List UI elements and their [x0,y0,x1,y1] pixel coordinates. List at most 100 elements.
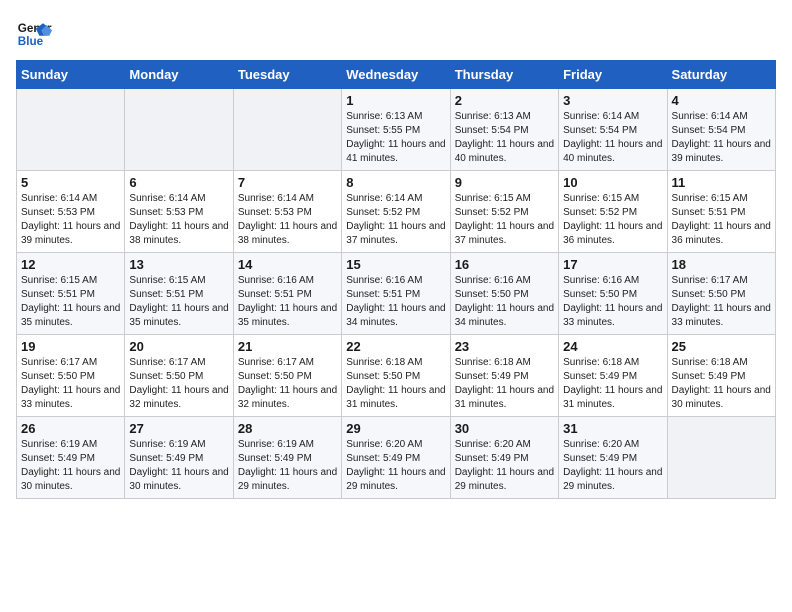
calendar-cell: 22 Sunrise: 6:18 AM Sunset: 5:50 PM Dayli… [342,335,450,417]
calendar-cell: 25 Sunrise: 6:18 AM Sunset: 5:49 PM Dayli… [667,335,775,417]
calendar-cell: 17Sunrise: 6:16 AM Sunset: 5:50 PM Dayli… [559,253,667,335]
day-number: 13 [129,257,228,272]
day-number: 29 [346,421,445,436]
day-info: Sunrise: 6:16 AM Sunset: 5:51 PM Dayligh… [238,274,337,330]
day-number: 6 [129,175,228,190]
calendar-header: SundayMondayTuesdayWednesdayThursdayFrid… [17,61,776,89]
calendar-week-row: 1 Sunrise: 6:13 AM Sunset: 5:55 PM Daylig… [17,89,776,171]
calendar-cell: 18Sunrise: 6:17 AM Sunset: 5:50 PM Dayli… [667,253,775,335]
calendar-cell: 30 Sunrise: 6:20 AM Sunset: 5:49 PM Dayli… [450,417,558,499]
calendar-cell: 29 Sunrise: 6:20 AM Sunset: 5:49 PM Dayli… [342,417,450,499]
day-number: 22 [346,339,445,354]
day-number: 26 [21,421,120,436]
day-number: 1 [346,93,445,108]
day-info: Sunrise: 6:18 AM Sunset: 5:49 PM Dayligh… [672,356,771,412]
day-info: Sunrise: 6:14 AM Sunset: 5:52 PM Dayligh… [346,192,445,248]
day-info: Sunrise: 6:19 AM Sunset: 5:49 PM Dayligh… [21,438,120,494]
calendar-cell: 23 Sunrise: 6:18 AM Sunset: 5:49 PM Dayli… [450,335,558,417]
day-info: Sunrise: 6:15 AM Sunset: 5:51 PM Dayligh… [672,192,771,248]
calendar-cell: 10 Sunrise: 6:15 AM Sunset: 5:52 PM Dayli… [559,171,667,253]
calendar-cell: 5 Sunrise: 6:14 AM Sunset: 5:53 PM Daylig… [17,171,125,253]
calendar-cell: 6 Sunrise: 6:14 AM Sunset: 5:53 PM Daylig… [125,171,233,253]
calendar-cell: 4 Sunrise: 6:14 AM Sunset: 5:54 PM Daylig… [667,89,775,171]
weekday-header: Sunday [17,61,125,89]
day-number: 4 [672,93,771,108]
calendar-cell: 27Sunrise: 6:19 AM Sunset: 5:49 PM Dayli… [125,417,233,499]
day-number: 19 [21,339,120,354]
day-info: Sunrise: 6:13 AM Sunset: 5:54 PM Dayligh… [455,110,554,166]
day-number: 5 [21,175,120,190]
page-header: General Blue [16,16,776,52]
day-number: 24 [563,339,662,354]
day-number: 30 [455,421,554,436]
day-number: 21 [238,339,337,354]
logo: General Blue [16,16,52,52]
day-number: 31 [563,421,662,436]
day-info: Sunrise: 6:16 AM Sunset: 5:50 PM Dayligh… [455,274,554,330]
calendar-cell: 11 Sunrise: 6:15 AM Sunset: 5:51 PM Dayli… [667,171,775,253]
day-info: Sunrise: 6:18 AM Sunset: 5:49 PM Dayligh… [455,356,554,412]
day-info: Sunrise: 6:14 AM Sunset: 5:54 PM Dayligh… [563,110,662,166]
calendar-cell: 15 Sunrise: 6:16 AM Sunset: 5:51 PM Dayli… [342,253,450,335]
day-info: Sunrise: 6:16 AM Sunset: 5:51 PM Dayligh… [346,274,445,330]
weekday-header: Wednesday [342,61,450,89]
calendar-cell: 26 Sunrise: 6:19 AM Sunset: 5:49 PM Dayli… [17,417,125,499]
weekday-header: Friday [559,61,667,89]
calendar-cell: 14Sunrise: 6:16 AM Sunset: 5:51 PM Dayli… [233,253,341,335]
day-info: Sunrise: 6:19 AM Sunset: 5:49 PM Dayligh… [129,438,228,494]
day-number: 3 [563,93,662,108]
day-info: Sunrise: 6:20 AM Sunset: 5:49 PM Dayligh… [455,438,554,494]
day-info: Sunrise: 6:14 AM Sunset: 5:53 PM Dayligh… [129,192,228,248]
calendar-cell [667,417,775,499]
day-number: 9 [455,175,554,190]
calendar-week-row: 26 Sunrise: 6:19 AM Sunset: 5:49 PM Dayli… [17,417,776,499]
day-number: 8 [346,175,445,190]
svg-text:Blue: Blue [18,35,44,48]
day-info: Sunrise: 6:15 AM Sunset: 5:51 PM Dayligh… [21,274,120,330]
calendar-cell [125,89,233,171]
day-info: Sunrise: 6:18 AM Sunset: 5:50 PM Dayligh… [346,356,445,412]
calendar-cell: 8 Sunrise: 6:14 AM Sunset: 5:52 PM Daylig… [342,171,450,253]
day-info: Sunrise: 6:15 AM Sunset: 5:51 PM Dayligh… [129,274,228,330]
calendar-cell: 9 Sunrise: 6:15 AM Sunset: 5:52 PM Daylig… [450,171,558,253]
weekday-header: Monday [125,61,233,89]
calendar-cell: 19 Sunrise: 6:17 AM Sunset: 5:50 PM Dayli… [17,335,125,417]
calendar-cell [17,89,125,171]
day-info: Sunrise: 6:16 AM Sunset: 5:50 PM Dayligh… [563,274,662,330]
calendar-cell: 31Sunrise: 6:20 AM Sunset: 5:49 PM Dayli… [559,417,667,499]
day-number: 2 [455,93,554,108]
calendar-week-row: 5 Sunrise: 6:14 AM Sunset: 5:53 PM Daylig… [17,171,776,253]
calendar-cell: 20 Sunrise: 6:17 AM Sunset: 5:50 PM Dayli… [125,335,233,417]
day-info: Sunrise: 6:14 AM Sunset: 5:54 PM Dayligh… [672,110,771,166]
day-info: Sunrise: 6:18 AM Sunset: 5:49 PM Dayligh… [563,356,662,412]
calendar-cell: 1 Sunrise: 6:13 AM Sunset: 5:55 PM Daylig… [342,89,450,171]
day-number: 23 [455,339,554,354]
day-number: 10 [563,175,662,190]
calendar-cell: 3 Sunrise: 6:14 AM Sunset: 5:54 PM Daylig… [559,89,667,171]
calendar-cell [233,89,341,171]
day-number: 25 [672,339,771,354]
day-number: 11 [672,175,771,190]
day-info: Sunrise: 6:20 AM Sunset: 5:49 PM Dayligh… [346,438,445,494]
calendar-cell: 21Sunrise: 6:17 AM Sunset: 5:50 PM Dayli… [233,335,341,417]
calendar-table: SundayMondayTuesdayWednesdayThursdayFrid… [16,60,776,499]
logo-icon: General Blue [16,16,52,52]
day-info: Sunrise: 6:13 AM Sunset: 5:55 PM Dayligh… [346,110,445,166]
day-info: Sunrise: 6:17 AM Sunset: 5:50 PM Dayligh… [21,356,120,412]
day-info: Sunrise: 6:15 AM Sunset: 5:52 PM Dayligh… [563,192,662,248]
calendar-week-row: 19 Sunrise: 6:17 AM Sunset: 5:50 PM Dayli… [17,335,776,417]
weekday-header: Thursday [450,61,558,89]
day-number: 12 [21,257,120,272]
day-info: Sunrise: 6:14 AM Sunset: 5:53 PM Dayligh… [238,192,337,248]
calendar-cell: 28Sunrise: 6:19 AM Sunset: 5:49 PM Dayli… [233,417,341,499]
calendar-cell: 2 Sunrise: 6:13 AM Sunset: 5:54 PM Daylig… [450,89,558,171]
day-number: 15 [346,257,445,272]
day-info: Sunrise: 6:15 AM Sunset: 5:52 PM Dayligh… [455,192,554,248]
day-info: Sunrise: 6:17 AM Sunset: 5:50 PM Dayligh… [129,356,228,412]
calendar-cell: 24 Sunrise: 6:18 AM Sunset: 5:49 PM Dayli… [559,335,667,417]
calendar-cell: 12 Sunrise: 6:15 AM Sunset: 5:51 PM Dayli… [17,253,125,335]
calendar-cell: 13 Sunrise: 6:15 AM Sunset: 5:51 PM Dayli… [125,253,233,335]
day-number: 16 [455,257,554,272]
day-number: 20 [129,339,228,354]
day-info: Sunrise: 6:14 AM Sunset: 5:53 PM Dayligh… [21,192,120,248]
